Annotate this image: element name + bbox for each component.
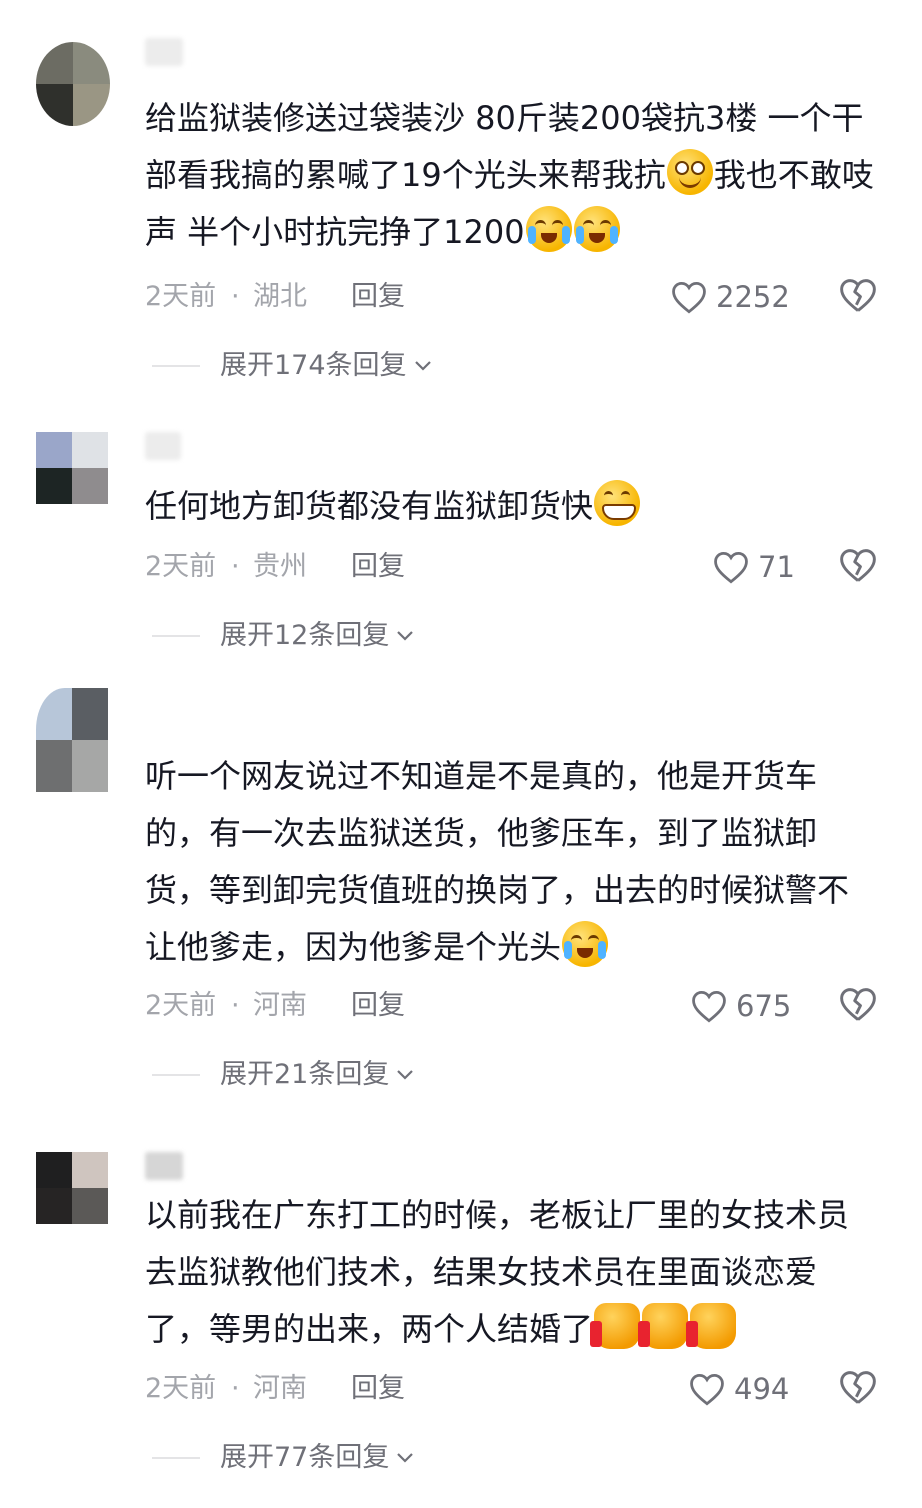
separator-dot: · xyxy=(231,551,240,582)
heart-icon xyxy=(714,552,748,584)
reply-button[interactable]: 回复 xyxy=(351,986,405,1026)
dislike-button[interactable] xyxy=(838,277,878,317)
like-button[interactable]: 71 xyxy=(712,547,795,587)
heart-icon xyxy=(692,991,726,1023)
chevron-down-icon xyxy=(414,361,431,371)
thumbs-up-emoji-icon xyxy=(686,1303,737,1349)
reply-button[interactable]: 回复 xyxy=(351,547,405,587)
divider-line xyxy=(152,635,200,637)
expand-replies-label: 展开174条回复 xyxy=(220,350,407,381)
heart-icon xyxy=(672,282,706,314)
divider-line xyxy=(152,365,200,367)
thumbs-up-emoji-icon xyxy=(638,1303,689,1349)
location-label: 贵州 xyxy=(253,551,307,582)
like-count: 494 xyxy=(734,1372,790,1406)
comment-text: 给监狱装修送过袋装沙 80斤装200袋抗3楼 一个干部看我搞的累喊了19个光头来… xyxy=(145,99,874,252)
location-label: 河南 xyxy=(253,990,307,1021)
crying-laughing-emoji-icon xyxy=(573,206,620,252)
timestamp: 2天前 xyxy=(145,990,217,1021)
avatar[interactable] xyxy=(36,1152,108,1224)
expand-replies-button[interactable]: 展开12条回复 xyxy=(152,616,415,656)
dislike-button[interactable] xyxy=(838,986,878,1026)
like-count: 2252 xyxy=(716,280,790,314)
comment-text: 以前我在广东打工的时候，老板让厂里的女技术员去监狱教他们技术，结果女技术员在里面… xyxy=(145,1196,850,1349)
like-button[interactable]: 675 xyxy=(690,986,791,1026)
broken-heart-icon xyxy=(840,1371,876,1404)
avatar[interactable] xyxy=(36,432,108,504)
timestamp: 2天前 xyxy=(145,1373,217,1404)
expand-replies-label: 展开77条回复 xyxy=(220,1442,390,1473)
dislike-button[interactable] xyxy=(838,1369,878,1409)
chevron-down-icon xyxy=(397,1453,414,1463)
comment-text: 任何地方卸货都没有监狱卸货快 xyxy=(145,478,880,535)
dislike-button[interactable] xyxy=(838,547,878,587)
expand-replies-label: 展开21条回复 xyxy=(220,1059,390,1090)
heart-icon xyxy=(690,1374,724,1406)
expand-replies-button[interactable]: 展开77条回复 xyxy=(152,1438,415,1478)
thumbs-up-emoji-icon xyxy=(590,1303,641,1349)
timestamp: 2天前 xyxy=(145,281,217,312)
grin-emoji-icon xyxy=(594,480,641,526)
separator-dot: · xyxy=(231,1373,240,1404)
avatar[interactable] xyxy=(36,688,108,792)
separator-dot: · xyxy=(231,990,240,1021)
rolling-laugh-emoji-icon xyxy=(562,921,609,967)
comment-text: 听一个网友说过不知道是不是真的，他是开货车的，有一次去监狱送货，他爹压车，到了监… xyxy=(145,757,850,967)
location-label: 湖北 xyxy=(253,281,307,312)
broken-heart-icon xyxy=(840,279,876,312)
crying-laughing-emoji-icon xyxy=(525,206,572,252)
like-button[interactable]: 2252 xyxy=(670,277,790,317)
expand-replies-label: 展开12条回复 xyxy=(220,620,390,651)
divider-line xyxy=(152,1074,200,1076)
broken-heart-icon xyxy=(840,549,876,582)
broken-heart-icon xyxy=(840,988,876,1021)
separator-dot: · xyxy=(231,281,240,312)
divider-line xyxy=(152,1457,200,1459)
reply-button[interactable]: 回复 xyxy=(351,277,405,317)
timestamp: 2天前 xyxy=(145,551,217,582)
like-count: 71 xyxy=(758,550,795,584)
like-count: 675 xyxy=(736,989,792,1023)
expand-replies-button[interactable]: 展开174条回复 xyxy=(152,346,433,386)
chevron-down-icon xyxy=(397,1070,414,1080)
expand-replies-button[interactable]: 展开21条回复 xyxy=(152,1055,415,1095)
avatar[interactable] xyxy=(36,42,110,126)
username-blurred[interactable] xyxy=(145,1152,183,1180)
chevron-down-icon xyxy=(397,631,414,641)
reply-button[interactable]: 回复 xyxy=(351,1369,405,1409)
username-blurred[interactable] xyxy=(145,432,181,460)
like-button[interactable]: 494 xyxy=(688,1369,789,1409)
location-label: 河南 xyxy=(253,1373,307,1404)
smile-emoji-icon xyxy=(666,149,713,195)
username-blurred[interactable] xyxy=(145,38,183,66)
